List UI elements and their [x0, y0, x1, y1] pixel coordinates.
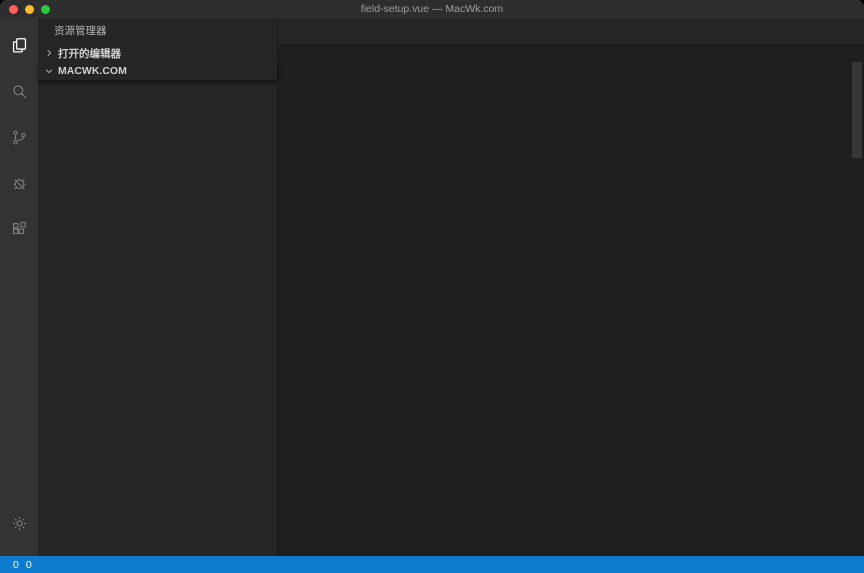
search-icon	[10, 82, 29, 101]
debug-icon	[10, 174, 29, 193]
minimap[interactable]	[792, 62, 850, 556]
workspace-root-header[interactable]: MACWK.COM	[38, 62, 277, 80]
code-region	[278, 62, 864, 556]
problems-warnings[interactable]: 0	[23, 559, 32, 571]
problems-errors[interactable]: 0	[10, 559, 19, 571]
status-left: 0 0	[10, 559, 32, 571]
scrollbar-thumb[interactable]	[852, 62, 862, 158]
code-editor[interactable]	[278, 62, 792, 556]
editor-actions	[852, 18, 864, 44]
open-editors-section-header[interactable]: 打开的编辑器	[38, 44, 277, 62]
title-bar: field-setup.vue — MacWk.com	[0, 0, 864, 18]
explorer-sidebar: 资源管理器 打开的编辑器 MACWK.COM	[38, 18, 278, 556]
extensions-icon	[10, 220, 29, 239]
sidebar-title: 资源管理器	[38, 18, 277, 44]
editor-group	[278, 18, 864, 556]
window-title: field-setup.vue — MacWk.com	[361, 3, 503, 15]
zoom-window-button[interactable]	[41, 5, 50, 14]
traffic-lights	[9, 5, 50, 14]
activity-bar-debug[interactable]	[0, 160, 38, 206]
explorer-icon	[10, 36, 29, 55]
main-area: 资源管理器 打开的编辑器 MACWK.COM	[0, 18, 864, 556]
activity-bar-explorer[interactable]	[0, 22, 38, 68]
activity-bar-extensions[interactable]	[0, 206, 38, 252]
vscode-window: field-setup.vue — MacWk.com 资源管理器 打开的编辑器…	[0, 0, 864, 573]
activity-bar-settings[interactable]	[0, 500, 38, 546]
editor-scrollbar	[850, 62, 864, 556]
tab-bar	[278, 18, 864, 44]
activity-bar-source-control[interactable]	[0, 114, 38, 160]
close-window-button[interactable]	[9, 5, 18, 14]
file-tree	[38, 80, 277, 556]
minimize-window-button[interactable]	[25, 5, 34, 14]
status-bar: 0 0	[0, 556, 864, 573]
activity-bar-search[interactable]	[0, 68, 38, 114]
gear-icon	[10, 514, 29, 533]
source-control-icon	[10, 128, 29, 147]
activity-bar	[0, 18, 38, 556]
chevron-right-icon	[42, 48, 56, 58]
chevron-down-icon	[42, 66, 56, 76]
breadcrumb	[278, 44, 864, 62]
